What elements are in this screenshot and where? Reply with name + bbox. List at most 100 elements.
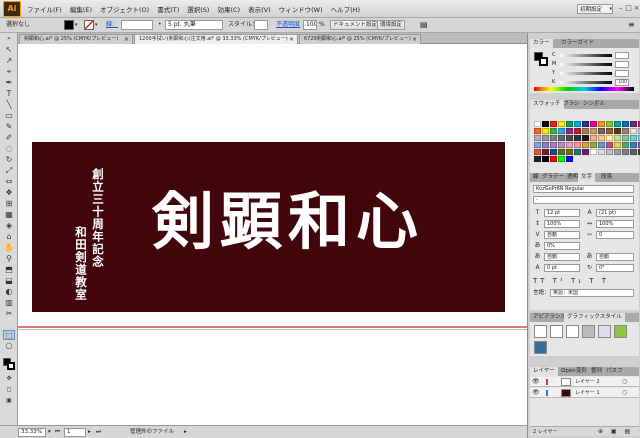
channel-y[interactable]: Y xyxy=(552,70,630,77)
swatch-48[interactable] xyxy=(582,142,589,148)
tab-document-2[interactable]: 1200手拭い(剣顕和心)注文用.ai* @ 33.33% (CMYK/プレビュ… xyxy=(134,34,298,44)
swatch-9[interactable] xyxy=(606,121,613,127)
zoom-field[interactable]: 33.33% xyxy=(18,428,46,437)
tab-paragraph[interactable]: 段落 xyxy=(598,173,615,182)
menu-view[interactable]: 表示(V) xyxy=(244,4,275,14)
swatch-60[interactable] xyxy=(566,149,573,155)
style-green[interactable] xyxy=(614,325,627,338)
style-none[interactable] xyxy=(550,325,563,338)
tool-pencil[interactable]: ✐ xyxy=(3,133,15,143)
menu-type[interactable]: 書式(T) xyxy=(153,4,183,14)
tab-graphic-styles[interactable]: グラフィックスタイル xyxy=(564,313,625,322)
swatch-29[interactable] xyxy=(542,135,549,141)
swatch-0[interactable] xyxy=(534,121,541,127)
tool-slice[interactable]: ▥ xyxy=(3,298,15,308)
tab-layers[interactable]: レイヤー xyxy=(530,367,558,376)
style-blue[interactable] xyxy=(534,341,547,354)
swatch-51[interactable] xyxy=(606,142,613,148)
tool-zoom[interactable]: ⎔ xyxy=(3,342,15,352)
eye-icon[interactable]: 👁 xyxy=(532,377,540,387)
swatch-57[interactable] xyxy=(542,149,549,155)
swatch-21[interactable] xyxy=(590,128,597,134)
swatch-63[interactable] xyxy=(590,149,597,155)
layer-name[interactable]: レイヤー 1 xyxy=(575,388,600,398)
layer-action-icons[interactable]: ⊕ ▣ ▤ 🗑 xyxy=(598,427,639,438)
swatch-67[interactable] xyxy=(622,149,629,155)
draw-mode-icons[interactable]: ◻ xyxy=(3,385,15,395)
target-circle-icon[interactable]: ○ xyxy=(622,388,627,398)
tool-eyedropper[interactable]: ✋ xyxy=(3,243,15,253)
font-size-field[interactable]: 12 pt xyxy=(544,209,580,217)
color-spectrum[interactable] xyxy=(534,87,634,91)
fill-swatch[interactable] xyxy=(64,20,74,30)
vertical-scale-field[interactable]: 100% xyxy=(544,220,580,228)
collapse-icon[interactable]: » xyxy=(3,34,15,44)
tool-selection[interactable]: ↖ xyxy=(3,45,15,55)
channel-slider[interactable] xyxy=(560,72,612,75)
tool-direct-selection[interactable]: ↗ xyxy=(3,56,15,66)
swatch-35[interactable] xyxy=(590,135,597,141)
tool-symbol-sprayer[interactable]: ⬒ xyxy=(3,265,15,275)
close-button[interactable]: × xyxy=(633,4,640,13)
tool-rectangle[interactable]: ▭ xyxy=(3,111,15,121)
chevron-down-icon[interactable]: ▾ xyxy=(75,20,78,30)
aki-before-field[interactable]: 自動 xyxy=(544,253,580,261)
tool-column-graph[interactable]: ⬓ xyxy=(3,276,15,286)
style-bevel[interactable] xyxy=(598,325,611,338)
tool-type[interactable]: T xyxy=(3,89,15,99)
tool-pen[interactable]: ✒ xyxy=(3,78,15,88)
menu-help[interactable]: ヘルプ(H) xyxy=(327,4,364,14)
tenugui-artwork[interactable]: 創立三十周年記念 和田剣道教室 剣顕和心 xyxy=(32,142,505,312)
opacity-field[interactable]: 100 xyxy=(303,20,317,30)
swatch-42[interactable] xyxy=(534,142,541,148)
tool-blend[interactable]: ⚲ xyxy=(3,254,15,264)
tool-gradient[interactable]: ⌂ xyxy=(3,232,15,242)
swatch-74[interactable] xyxy=(566,156,573,162)
swatch-15[interactable] xyxy=(542,128,549,134)
stroke-label[interactable]: 線： xyxy=(106,20,118,30)
swatch-18[interactable] xyxy=(566,128,573,134)
tool-rotate[interactable]: ↻ xyxy=(3,155,15,165)
tool-scissors[interactable]: ✂ xyxy=(3,309,15,319)
preferences-button[interactable]: 環境設定 xyxy=(377,20,406,30)
tool-perspective-grid[interactable]: ▦ xyxy=(3,210,15,220)
char-rotate-field[interactable]: 0° xyxy=(596,264,634,272)
stroke-weight-field[interactable] xyxy=(121,20,153,30)
style-stroke[interactable] xyxy=(566,325,579,338)
swatch-56[interactable] xyxy=(534,149,541,155)
swatch-68[interactable] xyxy=(630,149,637,155)
workspace-switcher[interactable]: 初期設定 ▾ xyxy=(577,4,613,14)
swatch-47[interactable] xyxy=(574,142,581,148)
tool-hand[interactable]: ⬚ xyxy=(3,330,15,340)
tab-pathfinder[interactable]: パスフ xyxy=(603,367,626,376)
swatch-46[interactable] xyxy=(566,142,573,148)
swatch-23[interactable] xyxy=(606,128,613,134)
horizontal-scale-field[interactable]: 100% xyxy=(596,220,634,228)
swatch-54[interactable] xyxy=(630,142,637,148)
status-menu-icon[interactable]: ▸ xyxy=(184,428,187,437)
swatch-25[interactable] xyxy=(622,128,629,134)
swatch-19[interactable] xyxy=(574,128,581,134)
swatch-11[interactable] xyxy=(622,121,629,127)
tab-document-3[interactable]: 6729剣顕和心.ai* @ 25% (CMYK/プレビュー) × xyxy=(299,34,421,44)
chevron-down-icon[interactable]: ▾ xyxy=(48,428,51,437)
first-page-icon[interactable]: ⏮ xyxy=(55,428,60,437)
menu-window[interactable]: ウィンドウ(W) xyxy=(275,4,327,14)
next-page-icon[interactable]: ▸ xyxy=(88,428,91,437)
swatch-2[interactable] xyxy=(550,121,557,127)
tool-artboard[interactable]: ◐ xyxy=(3,287,15,297)
menu-edit[interactable]: 編集(E) xyxy=(66,4,96,14)
swatch-45[interactable] xyxy=(558,142,565,148)
swatch-37[interactable] xyxy=(606,135,613,141)
close-icon[interactable]: × xyxy=(412,35,417,44)
target-circle-icon[interactable]: ○ xyxy=(622,377,627,387)
swatch-34[interactable] xyxy=(582,135,589,141)
tool-paintbrush[interactable]: ✎ xyxy=(3,122,15,132)
last-page-icon[interactable]: ⏭ xyxy=(96,428,101,437)
swatch-40[interactable] xyxy=(630,135,637,141)
tracking-field[interactable]: 0 xyxy=(596,231,634,239)
document-setup-button[interactable]: ドキュメント設定 xyxy=(330,20,381,30)
tab-gradient[interactable]: グラデー xyxy=(539,173,567,182)
swatch-10[interactable] xyxy=(614,121,621,127)
menu-file[interactable]: ファイル(F) xyxy=(23,4,66,14)
